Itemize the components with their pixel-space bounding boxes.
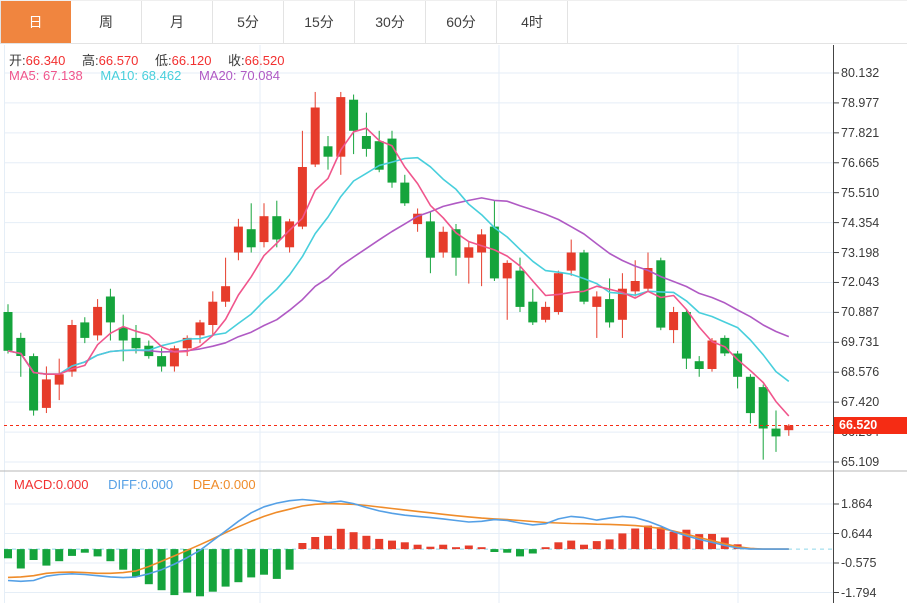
tab-15分[interactable]: 15分 — [284, 1, 355, 43]
price-tick-label: 69.731 — [841, 335, 879, 349]
tab-60分[interactable]: 60分 — [426, 1, 497, 43]
price-tick-label: 73.198 — [841, 246, 879, 260]
high-value: 66.570 — [99, 53, 139, 68]
open-label: 开: — [9, 53, 26, 68]
ma20-readout: MA20: 70.084 — [199, 68, 280, 83]
ma10-readout: MA10: 68.462 — [100, 68, 181, 83]
ma5-readout: MA5: 67.138 — [9, 68, 83, 83]
ohlc-readout: 开:66.340 高:66.570 低:66.120 收:66.520 — [9, 50, 297, 69]
tab-30分[interactable]: 30分 — [355, 1, 426, 43]
tab-月[interactable]: 月 — [142, 1, 213, 43]
price-tick-label: 74.354 — [841, 216, 879, 230]
price-tick-label: 68.576 — [841, 365, 879, 379]
low-label: 低: — [155, 53, 172, 68]
price-tick-label: 65.109 — [841, 455, 879, 469]
price-tick-label: 72.043 — [841, 275, 879, 289]
tab-4时[interactable]: 4时 — [497, 1, 568, 43]
macd-value: MACD:0.000 — [14, 477, 88, 492]
ma-readout: MA5: 67.138 MA10: 68.462 MA20: 70.084 — [9, 68, 294, 83]
macd-tick-label: 1.864 — [841, 497, 872, 511]
period-tabbar: 日周月5分15分30分60分4时 — [0, 0, 907, 44]
current-price-tag: 66.520 — [834, 417, 907, 434]
open-value: 66.340 — [26, 53, 66, 68]
price-tick-label: 76.665 — [841, 156, 879, 170]
macd-tick-label: -0.575 — [841, 556, 876, 570]
tab-5分[interactable]: 5分 — [213, 1, 284, 43]
tab-周[interactable]: 周 — [71, 1, 142, 43]
close-label: 收: — [228, 53, 245, 68]
diff-value: DIFF:0.000 — [108, 477, 173, 492]
kline-chart-app: 日周月5分15分30分60分4时 开:66.340 高:66.570 低:66.… — [0, 0, 907, 603]
price-tick-label: 77.821 — [841, 126, 879, 140]
tab-日[interactable]: 日 — [0, 1, 71, 43]
price-tick-label: 80.132 — [841, 66, 879, 80]
close-value: 66.520 — [245, 53, 285, 68]
price-tick-label: 67.420 — [841, 395, 879, 409]
price-tick-label: 75.510 — [841, 186, 879, 200]
high-label: 高: — [82, 53, 99, 68]
low-value: 66.120 — [172, 53, 212, 68]
macd-readout: MACD:0.000 DIFF:0.000 DEA:0.000 — [14, 477, 272, 492]
price-tick-label: 70.887 — [841, 305, 879, 319]
chart-canvas[interactable] — [0, 0, 907, 603]
price-tick-label: 78.977 — [841, 96, 879, 110]
dea-value: DEA:0.000 — [193, 477, 256, 492]
macd-tick-label: 0.644 — [841, 527, 872, 541]
macd-tick-label: -1.794 — [841, 586, 876, 600]
